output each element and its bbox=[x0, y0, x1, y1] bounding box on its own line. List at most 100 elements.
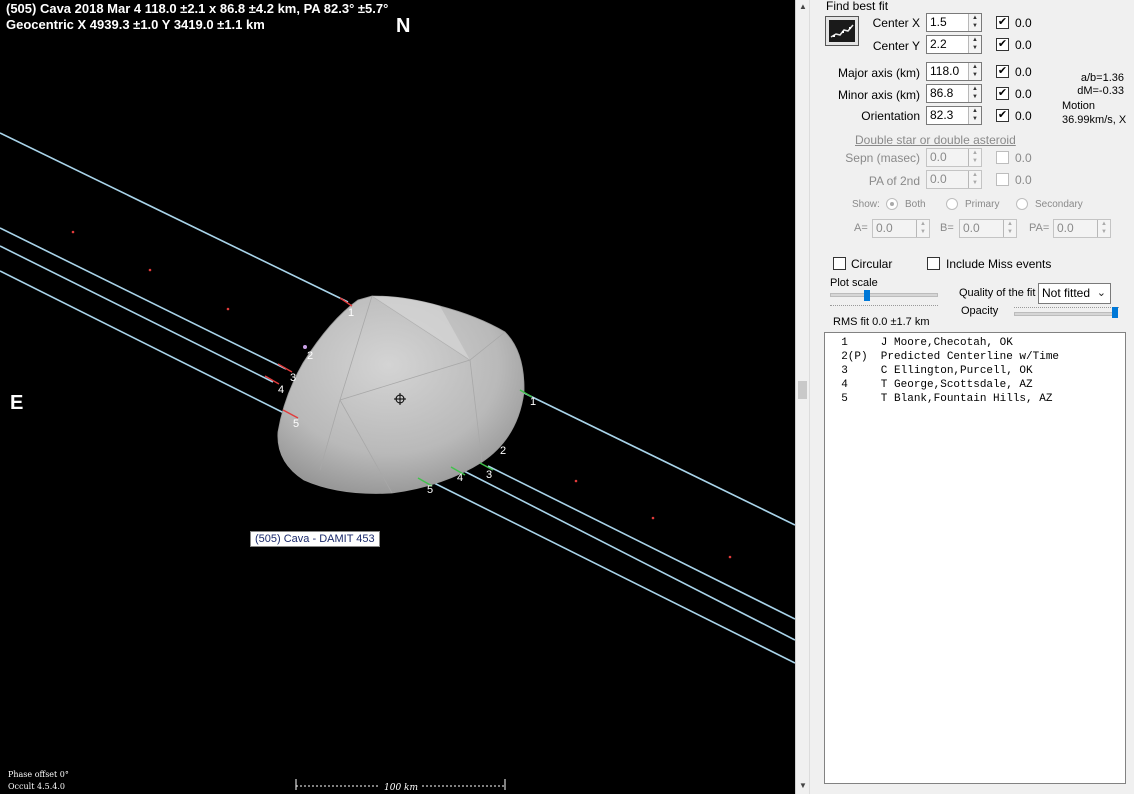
spin-up-icon[interactable]: ▲ bbox=[969, 171, 981, 179]
occultation-plot[interactable]: 1 2 3 4 5 1 2 3 4 5 (505) Cava 2018 Mar … bbox=[0, 0, 795, 794]
separation-spinner[interactable]: ▲ ▼ bbox=[968, 149, 981, 166]
center-y-spinner[interactable]: ▲ ▼ bbox=[968, 36, 981, 53]
pa-2nd-checkbox[interactable] bbox=[996, 173, 1009, 186]
spin-down-icon[interactable]: ▼ bbox=[1004, 228, 1016, 236]
center-y-input[interactable]: 2.2 ▲ ▼ bbox=[926, 35, 982, 54]
major-axis-uncertainty: 0.0 bbox=[1015, 65, 1032, 79]
major-axis-input[interactable]: 118.0 ▲ ▼ bbox=[926, 62, 982, 81]
plot-scale-ticks bbox=[830, 305, 938, 306]
spin-down-icon[interactable]: ▼ bbox=[969, 22, 981, 30]
separation-input[interactable]: 0.0 ▲ ▼ bbox=[926, 148, 982, 167]
opacity-slider-thumb[interactable] bbox=[1112, 307, 1118, 318]
b-input[interactable]: 0.0 ▲ ▼ bbox=[959, 219, 1017, 238]
spin-down-icon[interactable]: ▼ bbox=[1098, 228, 1110, 236]
chord-number-right-4: 4 bbox=[457, 472, 463, 484]
version-label: Occult 4.5.4.0 bbox=[8, 782, 65, 791]
separation-checkbox[interactable] bbox=[996, 151, 1009, 164]
center-x-spinner[interactable]: ▲ ▼ bbox=[968, 14, 981, 31]
opacity-ticks bbox=[1014, 307, 1119, 308]
disappearance-marker-3 bbox=[277, 363, 293, 373]
minor-axis-spinner[interactable]: ▲ ▼ bbox=[968, 85, 981, 102]
center-y-checkbox[interactable]: ✔ bbox=[996, 38, 1009, 51]
b-spinner[interactable]: ▲ ▼ bbox=[1003, 220, 1016, 237]
scroll-down-icon[interactable]: ▼ bbox=[798, 781, 808, 791]
list-item[interactable]: 3 C Ellington,Purcell, OK bbox=[828, 364, 1125, 378]
scroll-up-icon[interactable]: ▲ bbox=[798, 2, 808, 12]
panel-scrollbar[interactable]: ▲ ▼ bbox=[795, 0, 810, 794]
orientation-spinner[interactable]: ▲ ▼ bbox=[968, 107, 981, 124]
spin-up-icon[interactable]: ▲ bbox=[969, 107, 981, 115]
orientation-input[interactable]: 82.3 ▲ ▼ bbox=[926, 106, 982, 125]
center-x-checkbox[interactable]: ✔ bbox=[996, 16, 1009, 29]
opacity-slider[interactable] bbox=[1014, 312, 1118, 316]
pa-spinner[interactable]: ▲ ▼ bbox=[1097, 220, 1110, 237]
plot-scale-slider-thumb[interactable] bbox=[863, 290, 870, 301]
time-marker bbox=[148, 268, 152, 272]
list-item[interactable]: 2(P) Predicted Centerline w/Time bbox=[828, 350, 1125, 364]
double-star-link[interactable]: Double star or double asteroid bbox=[855, 133, 1016, 147]
major-axis-label: Major axis (km) bbox=[837, 66, 920, 80]
spin-down-icon[interactable]: ▼ bbox=[969, 115, 981, 123]
orientation-value: 82.3 bbox=[930, 108, 954, 122]
spin-down-icon[interactable]: ▼ bbox=[969, 179, 981, 187]
minor-axis-checkbox[interactable]: ✔ bbox=[996, 87, 1009, 100]
delta-magnitude: dM=-0.33 bbox=[1077, 85, 1124, 97]
spin-up-icon[interactable]: ▲ bbox=[969, 85, 981, 93]
scale-bar-label: 100 km bbox=[384, 783, 419, 793]
spin-down-icon[interactable]: ▼ bbox=[969, 157, 981, 165]
show-secondary-radio[interactable] bbox=[1016, 198, 1028, 210]
scrollbar-thumb[interactable] bbox=[798, 381, 807, 399]
orientation-uncertainty: 0.0 bbox=[1015, 109, 1032, 123]
quality-value: Not fitted bbox=[1042, 286, 1091, 300]
spin-down-icon[interactable]: ▼ bbox=[969, 71, 981, 79]
spin-up-icon[interactable]: ▲ bbox=[969, 149, 981, 157]
major-axis-checkbox[interactable]: ✔ bbox=[996, 65, 1009, 78]
list-item[interactable]: 5 T Blank,Fountain Hills, AZ bbox=[828, 392, 1125, 406]
chord-number-left-4: 4 bbox=[278, 384, 284, 396]
chord-line-2-right bbox=[487, 465, 795, 620]
minor-axis-value: 86.8 bbox=[930, 86, 954, 100]
separation-label: Sepn (masec) bbox=[845, 151, 920, 165]
circular-label: Circular bbox=[851, 257, 893, 271]
time-marker bbox=[226, 307, 230, 311]
center-y-uncertainty: 0.0 bbox=[1015, 38, 1032, 52]
observer-list[interactable]: 1 J Moore,Checotah, OK 2(P) Predicted Ce… bbox=[824, 332, 1126, 784]
spin-up-icon[interactable]: ▲ bbox=[917, 220, 929, 228]
center-x-input[interactable]: 1.5 ▲ ▼ bbox=[926, 13, 982, 32]
pa-2nd-input[interactable]: 0.0 ▲ ▼ bbox=[926, 170, 982, 189]
include-miss-checkbox[interactable] bbox=[927, 257, 940, 270]
minor-axis-label: Minor axis (km) bbox=[837, 88, 920, 102]
rms-fit-label: RMS fit 0.0 ±1.7 km bbox=[833, 316, 930, 328]
chord-line-3-left bbox=[0, 245, 274, 383]
spin-down-icon[interactable]: ▼ bbox=[969, 44, 981, 52]
show-both-radio[interactable] bbox=[886, 198, 898, 210]
orientation-checkbox[interactable]: ✔ bbox=[996, 109, 1009, 122]
a-label: A= bbox=[854, 222, 868, 234]
spin-up-icon[interactable]: ▲ bbox=[1098, 220, 1110, 228]
show-secondary-label: Secondary bbox=[1035, 199, 1083, 210]
major-axis-value: 118.0 bbox=[930, 64, 960, 78]
list-item[interactable]: 1 J Moore,Checotah, OK bbox=[828, 336, 1125, 350]
spin-up-icon[interactable]: ▲ bbox=[969, 63, 981, 71]
minor-axis-input[interactable]: 86.8 ▲ ▼ bbox=[926, 84, 982, 103]
show-primary-radio[interactable] bbox=[946, 198, 958, 210]
plot-scale-label: Plot scale bbox=[830, 277, 878, 289]
circular-checkbox[interactable] bbox=[833, 257, 846, 270]
spin-up-icon[interactable]: ▲ bbox=[1004, 220, 1016, 228]
spin-up-icon[interactable]: ▲ bbox=[969, 36, 981, 44]
spin-down-icon[interactable]: ▼ bbox=[969, 93, 981, 101]
chord-line-1-left bbox=[0, 132, 349, 303]
spin-up-icon[interactable]: ▲ bbox=[969, 14, 981, 22]
pa-input[interactable]: 0.0 ▲ ▼ bbox=[1053, 219, 1111, 238]
list-item[interactable]: 4 T George,Scottsdale, AZ bbox=[828, 378, 1125, 392]
quality-dropdown[interactable]: Not fitted ⌄ bbox=[1038, 283, 1111, 304]
pa-2nd-spinner[interactable]: ▲ ▼ bbox=[968, 171, 981, 188]
chord-line-4-right bbox=[427, 479, 795, 664]
a-spinner[interactable]: ▲ ▼ bbox=[916, 220, 929, 237]
major-axis-spinner[interactable]: ▲ ▼ bbox=[968, 63, 981, 80]
plot-scale-slider[interactable] bbox=[830, 293, 938, 297]
separation-uncertainty: 0.0 bbox=[1015, 151, 1032, 165]
a-input[interactable]: 0.0 ▲ ▼ bbox=[872, 219, 930, 238]
disappearance-marker-1 bbox=[339, 297, 353, 307]
spin-down-icon[interactable]: ▼ bbox=[917, 228, 929, 236]
